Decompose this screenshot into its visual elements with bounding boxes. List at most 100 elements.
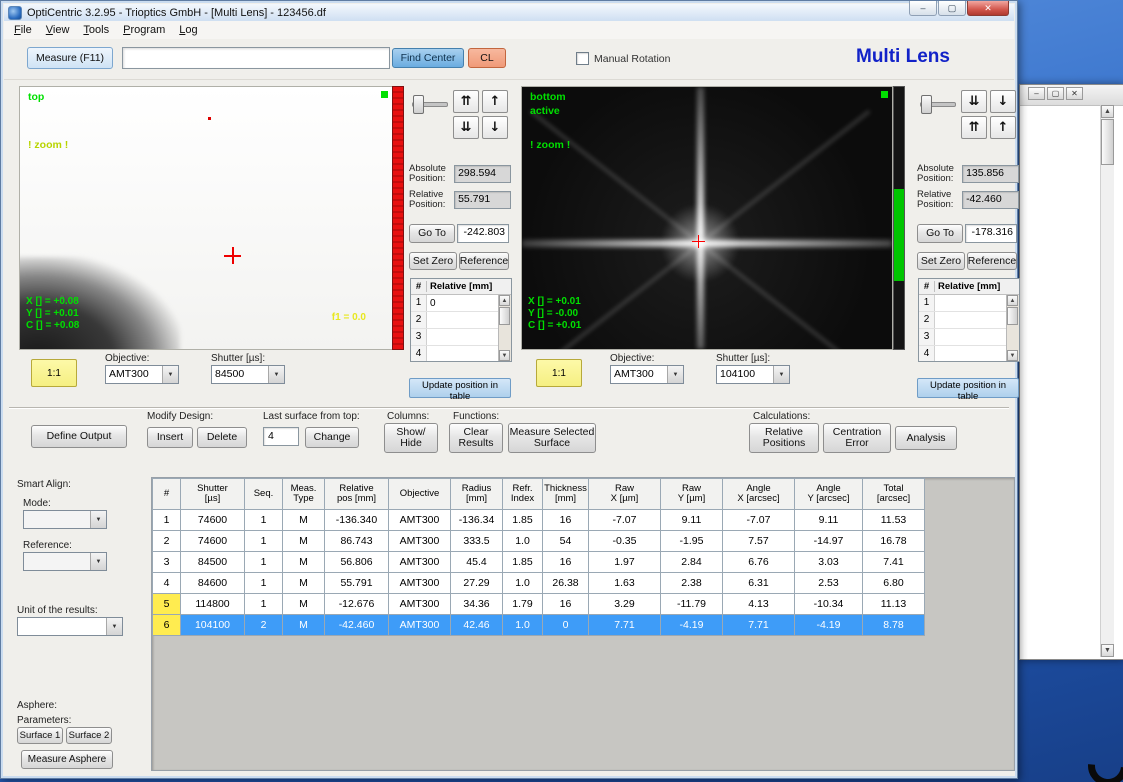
chevron-down-icon[interactable]: ▼: [667, 366, 683, 383]
last-surface-input[interactable]: 4: [263, 427, 299, 446]
maximize-icon[interactable]: ▢: [1047, 87, 1064, 100]
result-cell[interactable]: M: [283, 552, 325, 573]
objective-select[interactable]: AMT300 ▼: [105, 365, 179, 384]
jog-arrow-button[interactable]: ↑: [482, 90, 508, 113]
clear-results-button[interactable]: Clear Results: [449, 423, 503, 453]
column-header[interactable]: Raw X [µm]: [589, 479, 661, 510]
result-cell[interactable]: -10.34: [795, 594, 863, 615]
result-cell[interactable]: 55.791: [325, 573, 389, 594]
result-cell[interactable]: 1.63: [589, 573, 661, 594]
menu-file[interactable]: File: [7, 23, 39, 37]
result-cell[interactable]: 2.53: [795, 573, 863, 594]
column-header[interactable]: Angle X [arcsec]: [723, 479, 795, 510]
result-cell[interactable]: 104100: [181, 615, 245, 636]
result-cell[interactable]: 2.38: [661, 573, 723, 594]
result-cell[interactable]: 11.53: [863, 510, 925, 531]
result-cell[interactable]: -12.676: [325, 594, 389, 615]
change-button[interactable]: Change: [305, 427, 359, 448]
result-cell[interactable]: 45.4: [451, 552, 503, 573]
minimize-icon[interactable]: –: [1028, 87, 1045, 100]
result-cell[interactable]: 11.13: [863, 594, 925, 615]
scroll-up-icon[interactable]: ▲: [1007, 295, 1018, 306]
insert-button[interactable]: Insert: [147, 427, 193, 448]
position-row[interactable]: 1: [919, 295, 1007, 312]
result-cell[interactable]: 1.0: [503, 531, 543, 552]
result-cell[interactable]: -11.79: [661, 594, 723, 615]
result-cell[interactable]: 34.36: [451, 594, 503, 615]
result-cell[interactable]: 333.5: [451, 531, 503, 552]
objective-select[interactable]: AMT300 ▼: [610, 365, 684, 384]
result-cell[interactable]: 1: [245, 552, 283, 573]
jog-arrow-button[interactable]: ⇊: [961, 90, 987, 113]
jog-arrow-button[interactable]: ⇈: [453, 90, 479, 113]
chevron-down-icon[interactable]: ▼: [90, 553, 106, 570]
position-row[interactable]: 2: [919, 312, 1007, 329]
result-cell[interactable]: 1: [245, 510, 283, 531]
scrollbar-thumb[interactable]: [499, 307, 510, 325]
result-cell[interactable]: 114800: [181, 594, 245, 615]
chevron-down-icon[interactable]: ▼: [773, 366, 789, 383]
result-cell[interactable]: -14.97: [795, 531, 863, 552]
result-cell[interactable]: 1.0: [503, 615, 543, 636]
camera-view-bottom[interactable]: bottom active ! zoom ! X [] = +0.01 Y []…: [521, 86, 893, 350]
column-header[interactable]: Refr. Index: [503, 479, 543, 510]
scale-1to1-button[interactable]: 1:1: [536, 359, 582, 387]
result-cell[interactable]: 6.80: [863, 573, 925, 594]
scroll-up-icon[interactable]: ▲: [499, 295, 510, 306]
column-header[interactable]: Radius [mm]: [451, 479, 503, 510]
result-cell[interactable]: 1: [245, 531, 283, 552]
mode-select[interactable]: ▼: [23, 510, 107, 529]
scroll-down-icon[interactable]: ▼: [1007, 350, 1018, 361]
result-cell[interactable]: 4.13: [723, 594, 795, 615]
scrollbar-thumb[interactable]: [1007, 307, 1018, 325]
result-cell[interactable]: M: [283, 615, 325, 636]
measure-button[interactable]: Measure (F11): [27, 47, 113, 69]
result-cell[interactable]: 27.29: [451, 573, 503, 594]
result-cell[interactable]: 9.11: [661, 510, 723, 531]
column-header[interactable]: Raw Y [µm]: [661, 479, 723, 510]
result-cell[interactable]: -0.35: [589, 531, 661, 552]
result-cell[interactable]: 0: [543, 615, 589, 636]
row-number-cell[interactable]: 6: [153, 615, 181, 636]
column-header[interactable]: Thickness [mm]: [543, 479, 589, 510]
measure-asphere-button[interactable]: Measure Asphere: [21, 750, 113, 769]
column-header[interactable]: Total [arcsec]: [863, 479, 925, 510]
result-cell[interactable]: -4.19: [661, 615, 723, 636]
chevron-down-icon[interactable]: ▼: [106, 618, 122, 635]
update-position-button[interactable]: Update position in table: [409, 378, 511, 398]
toolbar-input[interactable]: [122, 47, 390, 69]
surface2-button[interactable]: Surface 2: [66, 727, 112, 744]
row-number-cell[interactable]: 4: [153, 573, 181, 594]
result-cell[interactable]: -1.95: [661, 531, 723, 552]
result-cell[interactable]: M: [283, 594, 325, 615]
show-hide-button[interactable]: Show/ Hide: [384, 423, 438, 453]
chevron-down-icon[interactable]: ▼: [268, 366, 284, 383]
minimize-button[interactable]: –: [909, 1, 937, 16]
result-cell[interactable]: 6.76: [723, 552, 795, 573]
result-cell[interactable]: 3.29: [589, 594, 661, 615]
maximize-button[interactable]: ▢: [938, 1, 966, 16]
slider-thumb[interactable]: [413, 95, 424, 114]
position-row[interactable]: 4: [411, 346, 499, 361]
result-cell[interactable]: 3.03: [795, 552, 863, 573]
row-number-cell[interactable]: 5: [153, 594, 181, 615]
jog-arrow-button[interactable]: ↓: [990, 90, 1016, 113]
reference-select[interactable]: ▼: [23, 552, 107, 571]
jog-arrow-button[interactable]: ↑: [990, 116, 1016, 139]
position-row[interactable]: 10: [411, 295, 499, 312]
scrollbar[interactable]: ▲ ▼: [1006, 295, 1019, 361]
result-cell[interactable]: 74600: [181, 531, 245, 552]
result-cell[interactable]: AMT300: [389, 552, 451, 573]
go-to-input[interactable]: -242.803: [457, 224, 509, 243]
result-cell[interactable]: 86.743: [325, 531, 389, 552]
find-center-button[interactable]: Find Center: [392, 48, 464, 68]
measure-selected-surface-button[interactable]: Measure Selected Surface: [508, 423, 596, 453]
column-header[interactable]: Relative pos [mm]: [325, 479, 389, 510]
result-cell[interactable]: AMT300: [389, 594, 451, 615]
column-header[interactable]: Angle Y [arcsec]: [795, 479, 863, 510]
result-cell[interactable]: 26.38: [543, 573, 589, 594]
chevron-down-icon[interactable]: ▼: [162, 366, 178, 383]
jog-arrow-button[interactable]: ⇈: [961, 116, 987, 139]
slider-thumb[interactable]: [921, 95, 932, 114]
result-cell[interactable]: -7.07: [589, 510, 661, 531]
